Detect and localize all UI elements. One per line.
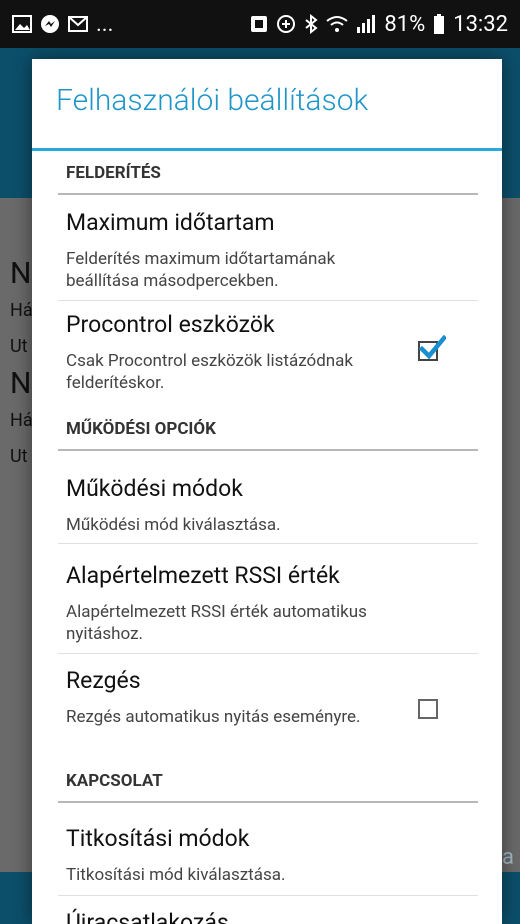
nfc-icon (250, 15, 268, 33)
pref-summary: Csak Procontrol eszközök listázódnak fel… (66, 351, 354, 393)
bluetooth-icon (304, 14, 318, 34)
dialog-title: Felhasználói beállítások (56, 83, 369, 118)
pref-summary: Felderítés maximum időtartamának beállít… (66, 249, 336, 291)
procontrol-checkbox[interactable] (418, 335, 446, 361)
battery-percent: 81% (384, 11, 426, 37)
pref-title: Újracsatlakozás (66, 909, 229, 924)
bg-row-2-line-2: Ut (10, 446, 28, 467)
status-bar: ... 81% 13:32 (0, 0, 520, 48)
item-divider (58, 653, 478, 654)
clock: 13:32 (453, 11, 508, 37)
section-header-kapcsolat: KAPCSOLAT (66, 771, 163, 791)
item-divider (58, 543, 478, 544)
section-divider (58, 449, 478, 451)
pref-title: Titkosítási módok (66, 825, 250, 852)
section-divider (58, 193, 478, 195)
battery-icon (433, 14, 445, 34)
pref-title: Procontrol eszközök (66, 311, 275, 338)
bg-row-2-line-1: Há (10, 410, 33, 431)
pref-summary: Titkosítási mód kiválasztása. (66, 865, 286, 885)
bg-row-1-line-1: Há (10, 300, 33, 321)
wifi-icon (326, 15, 348, 33)
settings-dialog: Felhasználói beállítások FELDERÍTÉS Maxi… (32, 59, 502, 924)
bg-row-2-initial: N (10, 366, 32, 401)
rezges-checkbox[interactable] (418, 699, 438, 719)
pref-summary: Alapértelmezett RSSI érték automatikus n… (66, 602, 367, 644)
bg-row-1-line-2: Ut (10, 336, 28, 357)
section-header-felderites: FELDERÍTÉS (66, 163, 161, 183)
item-divider (58, 895, 478, 896)
data-saver-icon (276, 14, 296, 34)
pref-title: Rezgés (66, 667, 141, 694)
pref-summary: Rezgés automatikus nyitás eseményre. (66, 707, 361, 727)
signal-icon (356, 15, 376, 33)
item-divider (58, 300, 478, 301)
image-icon (12, 15, 32, 33)
more-notifications: ... (96, 11, 114, 37)
title-divider (32, 148, 502, 151)
messenger-icon (40, 14, 60, 34)
pref-title: Működési módok (66, 475, 243, 502)
checkmark-icon (418, 335, 446, 360)
pref-summary: Működési mód kiválasztása. (66, 515, 281, 535)
pref-title: Alapértelmezett RSSI érték (66, 562, 340, 589)
pref-title: Maximum időtartam (66, 209, 275, 236)
bg-row-1-initial: N (10, 256, 32, 291)
section-divider (58, 801, 478, 803)
email-icon (68, 16, 88, 32)
section-header-mukodesi-opciok: MŰKÖDÉSI OPCIÓK (66, 419, 216, 439)
